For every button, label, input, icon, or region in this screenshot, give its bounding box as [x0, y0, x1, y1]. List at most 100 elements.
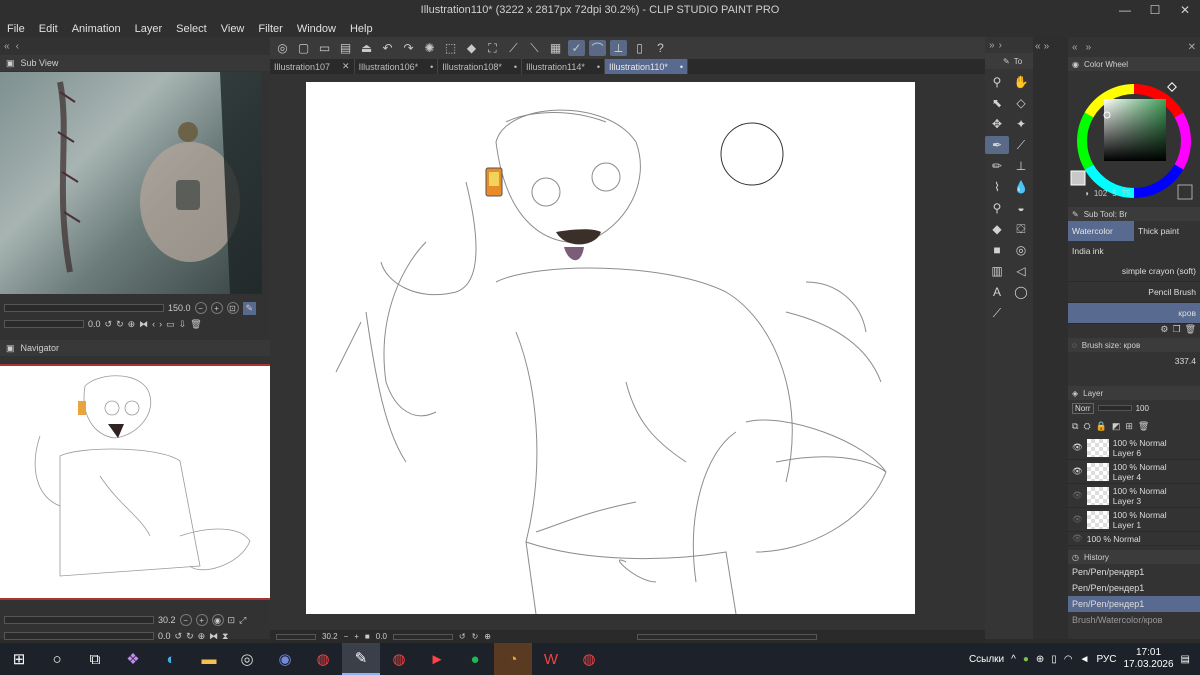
blend-tool-icon[interactable]: 💧 — [1009, 178, 1033, 196]
tab-close-icon[interactable]: ✕ — [342, 61, 350, 72]
volume-icon[interactable]: ◄ — [1080, 654, 1090, 665]
navigator-rotation-slider[interactable] — [4, 632, 154, 640]
right-expand-icon[interactable]: » — [1086, 42, 1092, 53]
operation-tool-icon[interactable]: ⬉ — [985, 94, 1009, 112]
smartphone-icon[interactable]: ▯ — [631, 40, 648, 56]
clip-layer-icon[interactable]: ⧉ — [1072, 421, 1078, 432]
navigator-preview[interactable] — [0, 364, 270, 600]
minimize-button[interactable]: — — [1110, 0, 1140, 20]
notifications-icon[interactable]: ▤ — [1181, 654, 1190, 665]
links-label[interactable]: Ссылки — [969, 654, 1004, 665]
hand-tool-icon[interactable]: ✋ — [1009, 73, 1033, 91]
menu-animation[interactable]: Animation — [65, 23, 128, 35]
pencil-tool-icon[interactable]: ✏ — [985, 157, 1009, 175]
eye-icon[interactable]: 👁 — [1072, 442, 1083, 453]
brush-simple-crayon[interactable]: simple crayon (soft) — [1068, 261, 1200, 282]
gradient-tool-icon[interactable]: ■ — [985, 241, 1009, 259]
nav-actual-size-icon[interactable]: ◉ — [211, 614, 224, 626]
expand-left-icon[interactable]: « — [1035, 41, 1041, 52]
flip-icon[interactable]: ⧓ — [139, 319, 148, 330]
nvidia-icon[interactable]: ● — [1023, 654, 1029, 665]
drawing-canvas[interactable] — [306, 82, 915, 615]
menu-help[interactable]: Help — [343, 23, 380, 35]
rotate-left-icon[interactable]: ↺ — [105, 319, 113, 330]
network-icon[interactable]: ▯ — [1051, 654, 1057, 665]
canvas-rotate-right-icon[interactable]: ↻ — [472, 632, 479, 641]
spotify-icon[interactable]: ● — [456, 643, 494, 675]
right-collapse-icon[interactable]: « — [1072, 42, 1078, 53]
sub-tool-tab-thick-paint[interactable]: Thick paint — [1134, 221, 1200, 241]
layer-row-bottom[interactable]: 👁 100 % Normal — [1068, 532, 1200, 546]
decoration-tool-icon[interactable]: ⚲ — [985, 199, 1009, 217]
grid-snap-icon[interactable]: ⟂ — [610, 40, 627, 56]
menu-view[interactable]: View — [214, 23, 252, 35]
help-icon[interactable]: ? — [652, 40, 669, 56]
ruler-tool-icon[interactable]: ⟋ — [985, 304, 1009, 322]
layer-row-6[interactable]: 👁 100 % Normal Layer 6 — [1068, 436, 1200, 460]
new-layer-icon[interactable]: ⊞ — [1125, 421, 1133, 432]
maximize-button[interactable]: ☐ — [1140, 0, 1170, 20]
zoom-tool-icon[interactable]: ⚲ — [985, 73, 1009, 91]
animation-app-icon[interactable]: ◔ — [494, 643, 532, 675]
brush-settings-icon[interactable]: ⚙ — [1160, 324, 1168, 338]
clip-studio-taskbar-icon[interactable]: ◎ — [228, 643, 266, 675]
eye-icon[interactable]: 👁 — [1072, 514, 1083, 525]
frame-tool-icon[interactable]: ▥ — [985, 262, 1009, 280]
nav-flip-v-icon[interactable]: ⧗ — [222, 631, 228, 642]
tab-close-icon[interactable]: • — [597, 62, 600, 72]
rotate-right-icon[interactable]: ↻ — [116, 319, 124, 330]
subview-reference-image[interactable] — [0, 72, 262, 294]
clock[interactable]: 17:01 17.03.2026 — [1123, 647, 1173, 671]
subview-zoom-slider[interactable] — [4, 304, 164, 312]
discord-icon[interactable]: ◉ — [266, 643, 304, 675]
prev-icon[interactable]: ‹ — [152, 319, 155, 329]
pen-tool-icon[interactable]: ✒ — [985, 136, 1009, 154]
transform-icon[interactable]: ⛶ — [484, 40, 501, 56]
navigator-zoom-slider[interactable] — [4, 616, 154, 624]
tab-close-icon[interactable]: • — [680, 62, 683, 72]
task-view-icon[interactable]: ⧉ — [76, 643, 114, 675]
expand-icon[interactable]: » — [989, 40, 995, 51]
nav-reset-rotation-icon[interactable]: ⊕ — [198, 631, 206, 642]
history-item[interactable]: Brush/Watercolor/кров — [1068, 612, 1200, 628]
tab-close-icon[interactable]: • — [514, 62, 517, 72]
history-item[interactable]: Pen/Pen/рендер1 — [1068, 580, 1200, 596]
history-item[interactable]: Pen/Pen/рендер1 — [1068, 596, 1200, 612]
copilot-icon[interactable]: ❖ — [114, 643, 152, 675]
canvas-zoom-slider[interactable] — [276, 633, 316, 640]
eyedropper-tool-icon[interactable]: ⟋ — [1009, 136, 1033, 154]
balloon-tool-icon[interactable]: ◯ — [1009, 283, 1033, 301]
menu-filter[interactable]: Filter — [251, 23, 289, 35]
clip-studio-icon[interactable]: ◎ — [274, 40, 291, 56]
menu-layer[interactable]: Layer — [128, 23, 170, 35]
brush-krov[interactable]: кров — [1068, 303, 1200, 324]
canvas-zoom-in-icon[interactable]: + — [354, 632, 359, 641]
fill-drops-icon[interactable]: ◒ — [1009, 199, 1033, 217]
layer-row-1[interactable]: 👁 100 % Normal Layer 1 — [1068, 508, 1200, 532]
zoom-fit-icon[interactable]: ⊡ — [226, 302, 239, 314]
layer-row-4[interactable]: 👁 100 % Normal Layer 4 — [1068, 460, 1200, 484]
history-item[interactable]: Pen/Pen/рендер1 — [1068, 564, 1200, 580]
sub-tool-tab-india-ink[interactable]: India ink — [1068, 241, 1134, 261]
nav-fit-icon[interactable]: ⊡ — [228, 615, 236, 626]
tab-illustration107[interactable]: Illustration107 ✕ — [270, 59, 355, 74]
airbrush-tool-icon[interactable]: ⊥ — [1009, 157, 1033, 175]
menu-file[interactable]: File — [0, 23, 32, 35]
edge-icon[interactable]: ◐ — [152, 643, 190, 675]
loading-icon[interactable]: ✺ — [421, 40, 438, 56]
lock-icon[interactable]: 🔒 — [1096, 421, 1107, 432]
menu-edit[interactable]: Edit — [32, 23, 65, 35]
canvas-rotate-left-icon[interactable]: ↺ — [459, 632, 466, 641]
horizontal-scrollbar[interactable] — [637, 633, 817, 640]
tab-illustration106[interactable]: Illustration106* • — [355, 59, 439, 74]
brush-tool-icon[interactable]: ⌇ — [985, 178, 1009, 196]
delete-layer-icon[interactable]: 🗑 — [1138, 421, 1149, 432]
next-icon[interactable]: › — [159, 319, 162, 329]
layer-row-3[interactable]: 👁 100 % Normal Layer 3 — [1068, 484, 1200, 508]
redo-icon[interactable]: ↷ — [400, 40, 417, 56]
sync-icon[interactable]: ⊕ — [1036, 654, 1044, 665]
nav-rotate-right-icon[interactable]: ↻ — [186, 631, 194, 642]
special-ruler-snap-icon[interactable]: ⌒ — [589, 40, 606, 56]
canvas-rotation-slider[interactable] — [392, 633, 453, 640]
eye-icon[interactable]: 👁 — [1072, 490, 1083, 501]
